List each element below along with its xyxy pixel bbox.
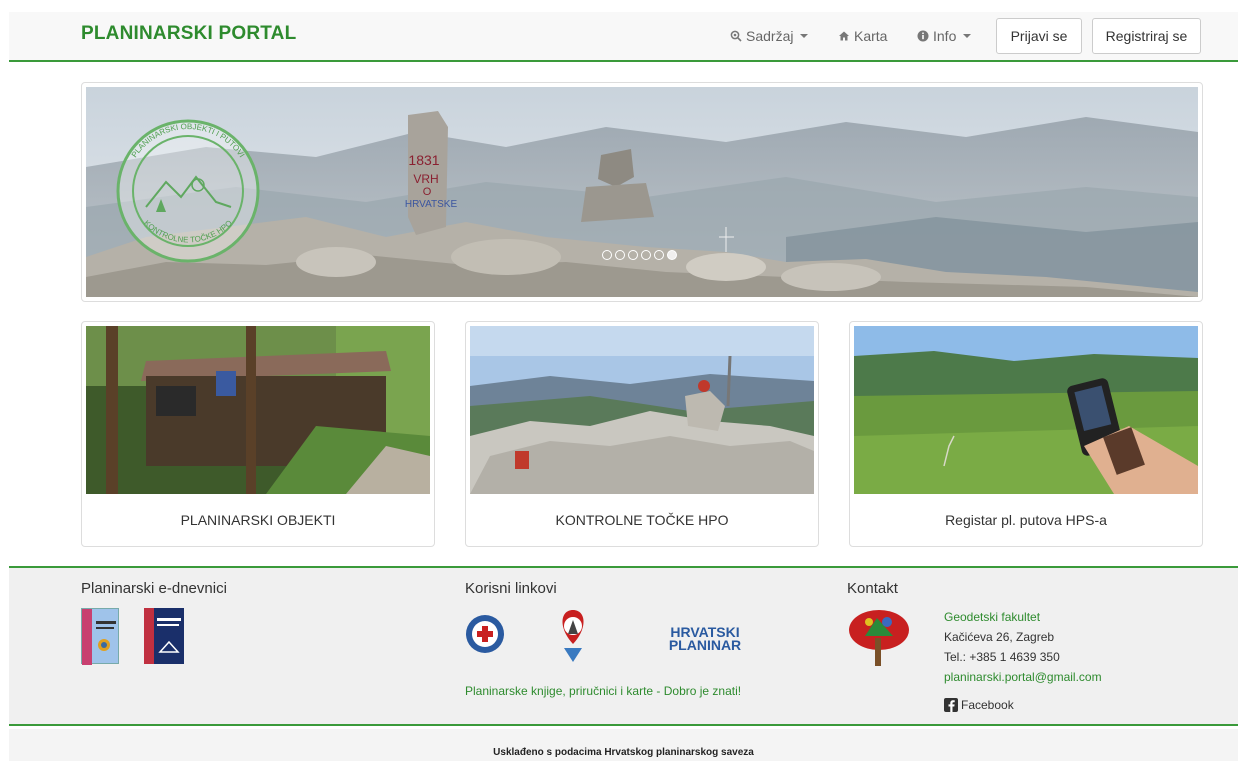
hrvatski-planinar-line2: PLANINAR: [668, 637, 742, 653]
carousel-indicators: [602, 250, 677, 260]
hrvatski-planinar-logo[interactable]: HRVATSKI PLANINAR: [655, 625, 755, 653]
nav-karta-label: Karta: [854, 28, 888, 44]
footer-org-name[interactable]: Geodetski fakultet: [944, 610, 1040, 624]
carousel-dot-1[interactable]: [602, 250, 612, 260]
carousel-dot-6[interactable]: [667, 250, 677, 260]
carousel-dot-3[interactable]: [628, 250, 638, 260]
stone-text-1: 1831: [408, 152, 439, 168]
footer-phone: Tel.: +385 1 4639 350: [944, 650, 1060, 664]
ednevnik-book-2[interactable]: [144, 608, 184, 664]
nav-karta-link[interactable]: Karta: [838, 28, 887, 44]
hgss-logo[interactable]: [465, 608, 505, 660]
card-label[interactable]: KONTROLNE TOČKE HPO: [466, 512, 818, 528]
top-navbar: PLANINARSKI PORTAL Sadržaj Karta Info Pr…: [9, 12, 1238, 62]
card-label[interactable]: Registar pl. putova HPS-a: [850, 512, 1202, 528]
card-registar-putova[interactable]: Registar pl. putova HPS-a: [849, 321, 1203, 547]
summit-rocks-image: [470, 326, 814, 494]
geodetski-logo[interactable]: [847, 608, 911, 668]
brand-logo-text[interactable]: PLANINARSKI PORTAL: [81, 23, 296, 45]
facebook-label: Facebook: [961, 698, 1014, 712]
site-footer: Planinarski e-dnevnici Korisni linkovi H…: [9, 566, 1238, 726]
stone-text-2: VRH: [413, 172, 438, 186]
gps-valley-image: [854, 326, 1198, 494]
footer-email-link[interactable]: planinarski.portal@gmail.com: [944, 670, 1102, 684]
register-button[interactable]: Registriraj se: [1092, 18, 1201, 54]
footer-ednevnici-title: Planinarski e-dnevnici: [81, 580, 227, 597]
login-button[interactable]: Prijavi se: [996, 18, 1082, 54]
nav-sadrzaj-label: Sadržaj: [746, 28, 794, 44]
hero-carousel: 1831 VRH O HRVATSKE PLANINARSKI OBJEKTI …: [81, 82, 1203, 302]
card-label[interactable]: PLANINARSKI OBJEKTI: [82, 512, 434, 528]
stone-text-4: HRVATSKE: [405, 199, 458, 210]
card-image-gps[interactable]: [854, 326, 1198, 494]
footer-facebook-link[interactable]: Facebook: [944, 698, 1014, 712]
info-icon: [917, 30, 929, 42]
ednevnik-book-1[interactable]: [81, 608, 119, 665]
bottom-note-bar: Usklađeno s podacima Hrvatskog planinars…: [9, 729, 1238, 761]
caret-down-icon: [800, 34, 809, 38]
card-image-summit[interactable]: [470, 326, 814, 494]
footer-books-link[interactable]: Planinarske knjige, priručnici i karte -…: [465, 684, 741, 698]
mountain-hut-image: [86, 326, 430, 494]
mountain-panorama-image: 1831 VRH O HRVATSKE PLANINARSKI OBJEKTI …: [86, 87, 1198, 297]
facebook-icon: [944, 698, 958, 712]
caret-down-icon: [963, 34, 972, 38]
nav-info-dropdown[interactable]: Info: [917, 28, 972, 44]
nav-sadrzaj-dropdown[interactable]: Sadržaj: [730, 28, 809, 44]
search-icon: [730, 30, 742, 42]
hps-logo[interactable]: [556, 608, 590, 664]
nav-info-label: Info: [933, 28, 957, 44]
carousel-slide-image[interactable]: 1831 VRH O HRVATSKE PLANINARSKI OBJEKTI …: [86, 87, 1198, 297]
stone-text-3: O: [423, 186, 432, 198]
footer-address: Kačićeva 26, Zagreb: [944, 630, 1055, 644]
card-image-hut[interactable]: [86, 326, 430, 494]
footer-linkovi-title: Korisni linkovi: [465, 580, 557, 597]
carousel-dot-2[interactable]: [615, 250, 625, 260]
bottom-note: Usklađeno s podacima Hrvatskog planinars…: [493, 747, 754, 758]
card-kontrolne-tocke[interactable]: KONTROLNE TOČKE HPO: [465, 321, 819, 547]
carousel-dot-4[interactable]: [641, 250, 651, 260]
card-planinarski-objekti[interactable]: PLANINARSKI OBJEKTI: [81, 321, 435, 547]
carousel-dot-5[interactable]: [654, 250, 664, 260]
home-icon: [839, 31, 849, 41]
footer-kontakt-title: Kontakt: [847, 580, 898, 597]
